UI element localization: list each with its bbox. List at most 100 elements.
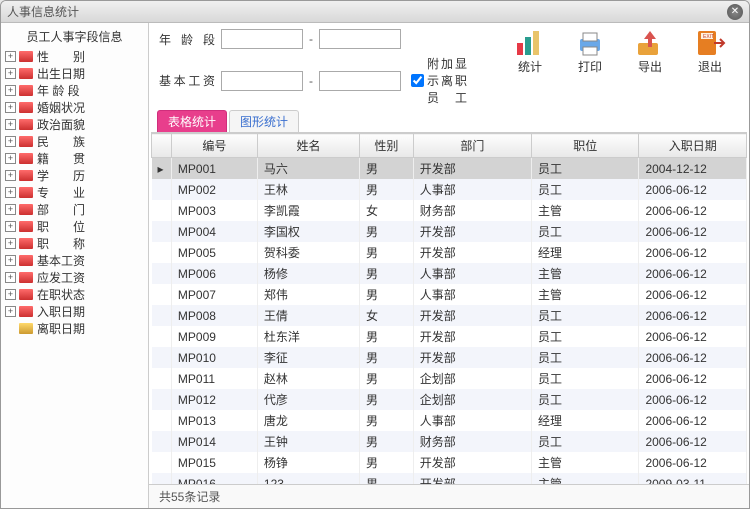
table-row[interactable]: ▸MP001马六男开发部员工2004-12-12 <box>152 158 747 180</box>
expand-icon[interactable]: + <box>5 51 16 62</box>
expand-icon[interactable]: + <box>5 306 16 317</box>
expand-icon[interactable]: + <box>5 85 16 96</box>
filters: 年 龄 段 - 基本工资 - 附加显示离职员工 <box>159 29 467 106</box>
expand-icon[interactable]: + <box>5 289 16 300</box>
folder-icon <box>19 289 33 300</box>
column-header[interactable]: 性别 <box>360 134 414 158</box>
table-row[interactable]: MP007郑伟男人事部主管2006-06-12 <box>152 284 747 305</box>
table-row[interactable]: MP006杨修男人事部主管2006-06-12 <box>152 263 747 284</box>
table-row[interactable]: MP003李凯霞女财务部主管2006-06-12 <box>152 200 747 221</box>
cell: 男 <box>360 221 414 242</box>
tree-item[interactable]: +部 门 <box>1 201 148 218</box>
age-to-input[interactable] <box>319 29 401 49</box>
table-scroll[interactable]: 编号姓名性别部门职位入职日期 ▸MP001马六男开发部员工2004-12-12M… <box>151 132 747 484</box>
expand-icon[interactable]: + <box>5 153 16 164</box>
expand-icon[interactable]: + <box>5 68 16 79</box>
table-row[interactable]: MP014王钟男财务部员工2006-06-12 <box>152 431 747 452</box>
table-row[interactable]: MP009杜东洋男开发部员工2006-06-12 <box>152 326 747 347</box>
expand-icon[interactable]: + <box>5 272 16 283</box>
tree-item[interactable]: +性 别 <box>1 48 148 65</box>
cell: MP015 <box>171 452 257 473</box>
column-header[interactable]: 职位 <box>531 134 638 158</box>
salary-from-input[interactable] <box>221 71 303 91</box>
row-marker <box>152 473 172 484</box>
stat-button[interactable]: 统计 <box>509 29 551 75</box>
expand-icon[interactable]: + <box>5 238 16 249</box>
table-row[interactable]: MP005贺科委男开发部经理2006-06-12 <box>152 242 747 263</box>
expand-icon[interactable]: + <box>5 221 16 232</box>
cell: 经理 <box>531 242 638 263</box>
cell: 员工 <box>531 221 638 242</box>
folder-icon <box>19 153 33 164</box>
salary-to-input[interactable] <box>319 71 401 91</box>
tree-item[interactable]: + 入职日期 <box>1 303 148 320</box>
table-row[interactable]: MP002王林男人事部员工2006-06-12 <box>152 179 747 200</box>
tab-chart-stats[interactable]: 图形统计 <box>229 110 299 132</box>
cell: 2006-06-12 <box>639 305 747 326</box>
table-row[interactable]: MP016123男开发部主管2009-03-11 <box>152 473 747 484</box>
column-header[interactable]: 编号 <box>171 134 257 158</box>
tree-item[interactable]: + 学 历 <box>1 167 148 184</box>
table-row[interactable]: MP010李征男开发部员工2006-06-12 <box>152 347 747 368</box>
expand-icon[interactable]: + <box>5 136 16 147</box>
show-left-input[interactable] <box>411 74 424 87</box>
column-header[interactable]: 姓名 <box>257 134 359 158</box>
record-count: 共55条记录 <box>159 490 220 504</box>
tree-item[interactable]: + 专 业 <box>1 184 148 201</box>
folder-icon <box>19 221 33 232</box>
tree-item[interactable]: +婚姻状况 <box>1 99 148 116</box>
tree-item[interactable]: +出生日期 <box>1 65 148 82</box>
column-header[interactable] <box>152 134 172 158</box>
cell: MP011 <box>171 368 257 389</box>
table-row[interactable]: MP015杨铮男开发部主管2006-06-12 <box>152 452 747 473</box>
cell: 主管 <box>531 200 638 221</box>
export-button[interactable]: 导出 <box>629 29 671 75</box>
age-from-input[interactable] <box>221 29 303 49</box>
expand-icon[interactable]: + <box>5 204 16 215</box>
tree-item[interactable]: +在职状态 <box>1 286 148 303</box>
data-table: 编号姓名性别部门职位入职日期 ▸MP001马六男开发部员工2004-12-12M… <box>151 133 747 484</box>
age-label: 年 龄 段 <box>159 31 215 48</box>
close-icon[interactable]: ✕ <box>727 4 743 20</box>
dash-icon: - <box>309 74 313 88</box>
cell: 人事部 <box>413 284 531 305</box>
tab-table-stats[interactable]: 表格统计 <box>157 110 227 132</box>
tree-item[interactable]: +民 族 <box>1 133 148 150</box>
expand-icon[interactable]: + <box>5 170 16 181</box>
table-row[interactable]: MP011赵林男企划部员工2006-06-12 <box>152 368 747 389</box>
expand-icon[interactable]: + <box>5 255 16 266</box>
expand-icon[interactable]: + <box>5 187 16 198</box>
tree-item[interactable]: 离职日期 <box>1 320 148 337</box>
tree-label: 学 历 <box>37 167 85 184</box>
table-row[interactable]: MP013唐龙男人事部经理2006-06-12 <box>152 410 747 431</box>
tree-item[interactable]: +籍 贯 <box>1 150 148 167</box>
tree-item[interactable]: +基本工资 <box>1 252 148 269</box>
expand-icon[interactable]: + <box>5 119 16 130</box>
table-row[interactable]: MP008王倩女开发部员工2006-06-12 <box>152 305 747 326</box>
column-header[interactable]: 入职日期 <box>639 134 747 158</box>
tree-item[interactable]: +年 龄 段 <box>1 82 148 99</box>
show-left-checkbox[interactable]: 附加显示离职员工 <box>411 55 467 106</box>
cell: 员工 <box>531 431 638 452</box>
export-icon <box>634 29 666 57</box>
tree-item[interactable]: +职 称 <box>1 235 148 252</box>
cell: 杨铮 <box>257 452 359 473</box>
tree-label: 入职日期 <box>37 303 85 320</box>
print-button[interactable]: 打印 <box>569 29 611 75</box>
cell: MP006 <box>171 263 257 284</box>
column-header[interactable]: 部门 <box>413 134 531 158</box>
expand-icon[interactable]: + <box>5 102 16 113</box>
tree-item[interactable]: +职 位 <box>1 218 148 235</box>
cell: 2009-03-11 <box>639 473 747 484</box>
row-marker <box>152 326 172 347</box>
tree-item[interactable]: +应发工资 <box>1 269 148 286</box>
cell: 员工 <box>531 158 638 180</box>
tree-item[interactable]: +政治面貌 <box>1 116 148 133</box>
exit-button[interactable]: EXIT 退出 <box>689 29 731 75</box>
cell: 2006-06-12 <box>639 347 747 368</box>
cell: MP009 <box>171 326 257 347</box>
table-row[interactable]: MP012代彦男企划部员工2006-06-12 <box>152 389 747 410</box>
tree-label: 专 业 <box>37 184 85 201</box>
table-row[interactable]: MP004李国权男开发部员工2006-06-12 <box>152 221 747 242</box>
cell: 员工 <box>531 179 638 200</box>
